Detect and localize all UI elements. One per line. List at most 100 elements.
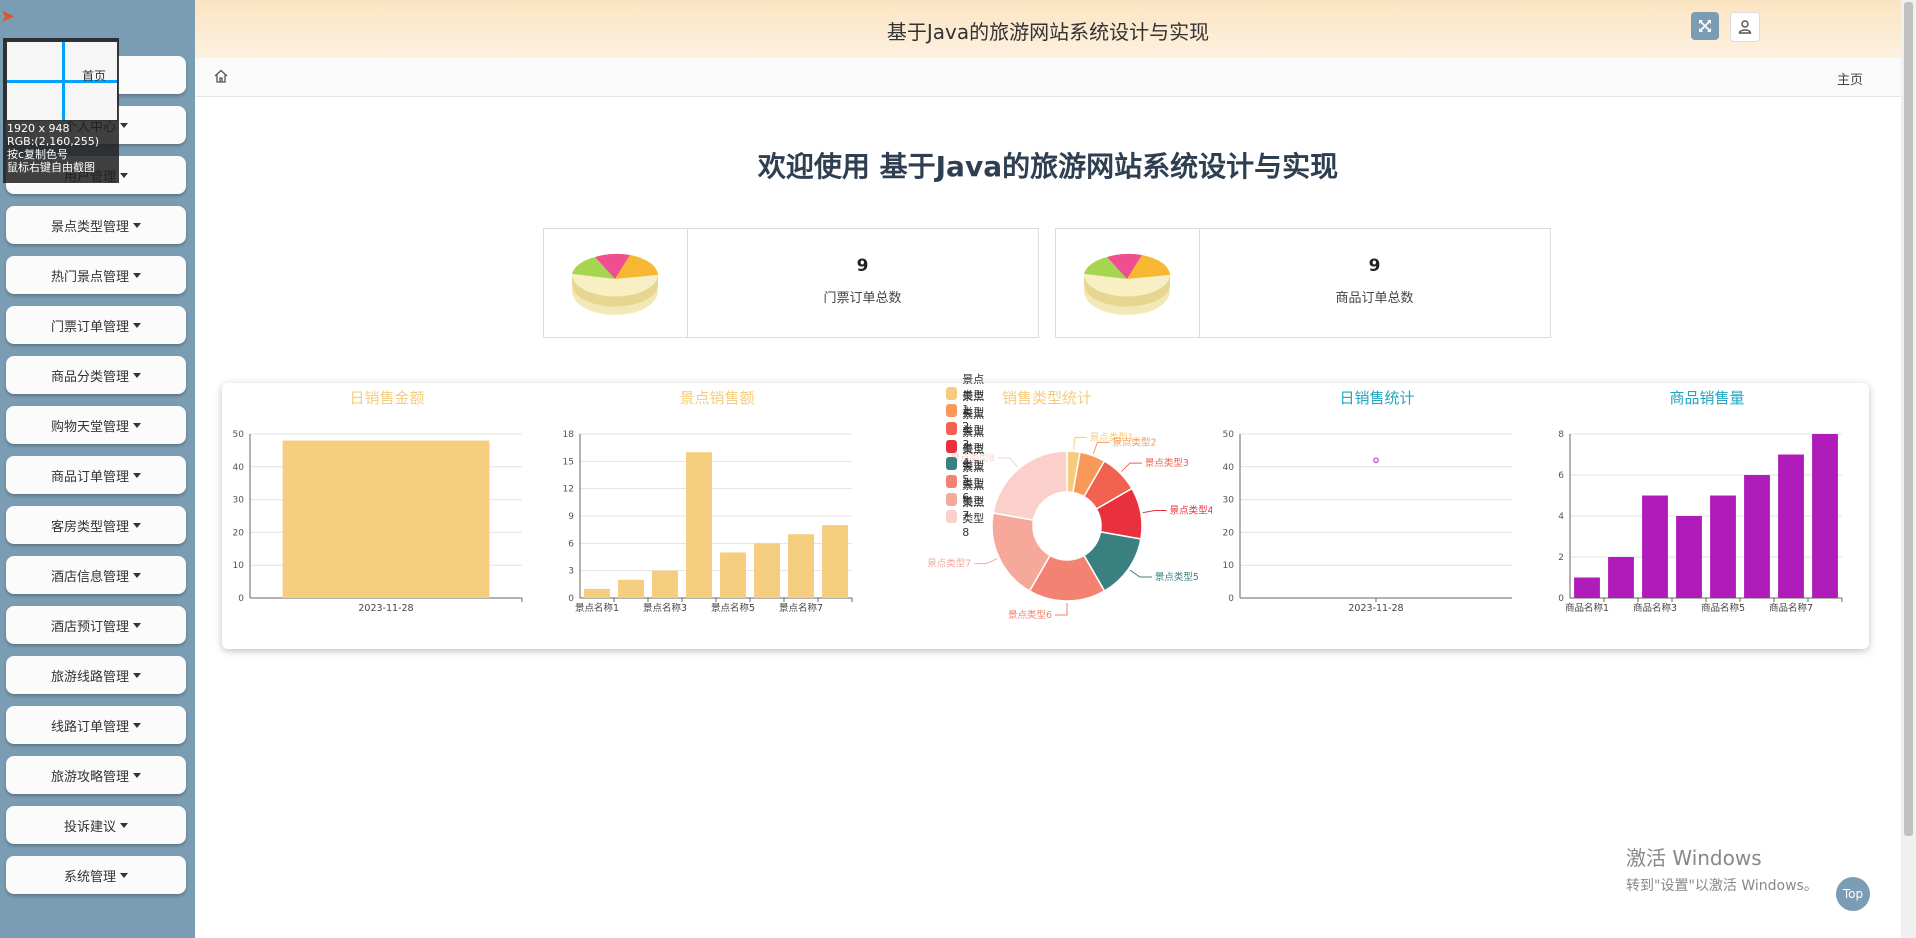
caret-down-icon bbox=[133, 372, 141, 378]
sidebar-item[interactable]: 商品分类管理 bbox=[6, 356, 186, 394]
sidebar-item[interactable]: 购物天堂管理 bbox=[6, 406, 186, 444]
slice-label: 景点类型3 bbox=[1145, 457, 1189, 469]
sidebar-item[interactable]: 景点类型管理 bbox=[6, 206, 186, 244]
y-tick-label: 40 bbox=[233, 463, 245, 473]
bar-chart: 0 2 4 6 8 商品名称1 商品名称3 商品名称5 商品名称7 bbox=[1558, 430, 1843, 614]
y-tick-label: 30 bbox=[1223, 496, 1235, 506]
donut-chart: 景点类型1景点类型2景点类型3景点类型4景点类型5景点类型6景点类型7景点类型8 bbox=[927, 431, 1212, 621]
sidebar-item-label: 门票订单管理 bbox=[50, 319, 129, 335]
main-content: 欢迎使用 基于Java的旅游网站系统设计与实现 9 门票订单总数 9 商品订单总… bbox=[195, 97, 1901, 938]
sidebar-item[interactable]: 热门景点管理 bbox=[6, 256, 186, 294]
x-tick-label: 商品名称1 bbox=[1565, 602, 1609, 614]
y-tick-label: 40 bbox=[1223, 463, 1235, 473]
sidebar-item-label: 景点类型管理 bbox=[50, 219, 129, 235]
sidebar-item-label: 线路订单管理 bbox=[50, 719, 129, 735]
sidebar-item[interactable]: 投诉建议 bbox=[6, 806, 186, 844]
y-tick-label: 12 bbox=[563, 485, 574, 495]
y-tick-label: 20 bbox=[1223, 528, 1235, 538]
charts-panel: 日销售金额 0 10 20 30 40 50 2023-11-28 景点销售额 0 3 6 9 12… bbox=[222, 373, 1872, 649]
sidebar-item-label: 投诉建议 bbox=[63, 819, 116, 835]
label-line bbox=[1055, 603, 1068, 616]
sidebar-menu: 首页个人中心用户管理景点类型管理热门景点管理门票订单管理商品分类管理购物天堂管理… bbox=[6, 56, 186, 906]
caret-down-icon bbox=[120, 172, 128, 178]
stat-label: 门票订单总数 bbox=[823, 291, 902, 306]
caret-down-icon bbox=[133, 572, 141, 578]
sidebar-item-label: 购物天堂管理 bbox=[50, 419, 129, 435]
expand-icon bbox=[1699, 20, 1711, 32]
cursor-icon: ➤ bbox=[0, 6, 16, 27]
caret-down-icon bbox=[133, 672, 141, 678]
y-tick-label: 3 bbox=[568, 567, 574, 577]
sales-type-chart: 销售类型统计 景点类型1 景点类型2 景点类型3 景点类型4 景点类型5 景点类型6 景点类… bbox=[882, 373, 1212, 649]
label-line bbox=[997, 457, 1018, 468]
picker-screenshot-hint: 鼠标右键自由截图 bbox=[7, 161, 95, 174]
bar bbox=[1676, 516, 1702, 598]
slice-label: 景点类型6 bbox=[1008, 609, 1052, 621]
pie-chart-icon bbox=[544, 229, 688, 337]
y-tick-label: 10 bbox=[1223, 561, 1235, 571]
caret-down-icon bbox=[133, 472, 141, 478]
y-tick-label: 6 bbox=[1558, 471, 1564, 481]
bar bbox=[282, 440, 490, 598]
sidebar-item[interactable]: 酒店预订管理 bbox=[6, 606, 186, 644]
page-scrollbar[interactable] bbox=[1901, 0, 1916, 938]
caret-down-icon bbox=[133, 772, 141, 778]
sidebar-item[interactable]: 门票订单管理 bbox=[6, 306, 186, 344]
y-tick-label: 2 bbox=[1558, 553, 1564, 563]
legend-swatch bbox=[946, 457, 958, 471]
stat-value: 9 bbox=[856, 256, 869, 276]
sidebar-item[interactable]: 酒店信息管理 bbox=[6, 556, 186, 594]
goods-sales-chart: 商品销售量 0 2 4 6 8 商品名称1 商品名称3 商品名称5 商品名称7 bbox=[1542, 383, 1872, 649]
sidebar-item[interactable]: 线路订单管理 bbox=[6, 706, 186, 744]
bar bbox=[720, 552, 746, 598]
scatter-chart: 0 10 20 30 40 50 2023-11-28 bbox=[1223, 430, 1512, 614]
magnifier-label: 首页 bbox=[82, 69, 107, 83]
x-tick-label: 景点名称1 bbox=[575, 602, 619, 614]
y-tick-label: 18 bbox=[563, 430, 575, 440]
legend-swatch bbox=[946, 439, 958, 453]
sidebar-item-label: 商品分类管理 bbox=[50, 369, 129, 385]
breadcrumb-current[interactable]: 主页 bbox=[1837, 69, 1863, 88]
daily-stats-chart: 日销售统计 0 10 20 30 40 50 2023-11-28 bbox=[1212, 383, 1542, 649]
sidebar-item[interactable]: 旅游线路管理 bbox=[6, 656, 186, 694]
sidebar-item-label: 旅游攻略管理 bbox=[50, 769, 129, 785]
x-tick-label: 景点名称7 bbox=[779, 602, 823, 614]
y-tick-label: 0 bbox=[1558, 594, 1564, 604]
stat-value: 9 bbox=[1368, 256, 1381, 276]
stat-label: 商品订单总数 bbox=[1335, 291, 1414, 306]
picker-size: 1920 x 948 bbox=[7, 122, 70, 135]
scenic-sales-chart: 景点销售额 0 3 6 9 12 15 18 景点名称1 景点名称3 景点名称5 景点名称7 bbox=[552, 383, 882, 649]
picker-rgb: RGB:(2,160,255) bbox=[7, 135, 99, 148]
caret-down-icon bbox=[133, 422, 141, 428]
magnifier: 首页 bbox=[6, 41, 118, 121]
bar bbox=[584, 588, 610, 598]
legend-label: 景点类型8 bbox=[962, 496, 985, 540]
goods-orders-card: 9 商品订单总数 bbox=[1055, 228, 1551, 338]
pie-chart-icon bbox=[1056, 229, 1200, 337]
back-to-top-button[interactable]: Top bbox=[1836, 877, 1870, 911]
y-tick-label: 4 bbox=[1558, 512, 1564, 522]
slice-label: 景点类型2 bbox=[1112, 436, 1156, 448]
fullscreen-button[interactable] bbox=[1691, 12, 1719, 40]
y-tick-label: 0 bbox=[1228, 594, 1234, 604]
user-button[interactable] bbox=[1730, 12, 1760, 42]
windows-activation-watermark: 激活 Windows 转到"设置"以激活 Windows。 bbox=[1626, 842, 1818, 895]
picker-info: 1920 x 948 RGB:(2,160,255) 按c复制色号 鼠标右键自由… bbox=[7, 122, 99, 174]
x-tick-label: 2023-11-28 bbox=[1348, 603, 1403, 614]
caret-down-icon bbox=[133, 322, 141, 328]
scrollbar-thumb[interactable] bbox=[1904, 2, 1913, 836]
y-tick-label: 6 bbox=[568, 539, 574, 549]
bar bbox=[686, 452, 712, 598]
legend-item[interactable]: 景点类型8 bbox=[946, 496, 986, 539]
y-tick-label: 8 bbox=[1558, 430, 1564, 440]
home-icon[interactable] bbox=[213, 68, 229, 88]
sidebar-item[interactable]: 系统管理 bbox=[6, 856, 186, 894]
sidebar-item[interactable]: 旅游攻略管理 bbox=[6, 756, 186, 794]
ticket-orders-card: 9 门票订单总数 bbox=[543, 228, 1039, 338]
bar-chart: 0 3 6 9 12 15 18 景点名称1 景点名称3 景点名称5 景点名称7 bbox=[563, 430, 853, 614]
sidebar-item-label: 旅游线路管理 bbox=[50, 669, 129, 685]
legend-swatch bbox=[946, 510, 958, 524]
sidebar-item[interactable]: 客房类型管理 bbox=[6, 506, 186, 544]
caret-down-icon bbox=[133, 272, 141, 278]
sidebar-item[interactable]: 商品订单管理 bbox=[6, 456, 186, 494]
